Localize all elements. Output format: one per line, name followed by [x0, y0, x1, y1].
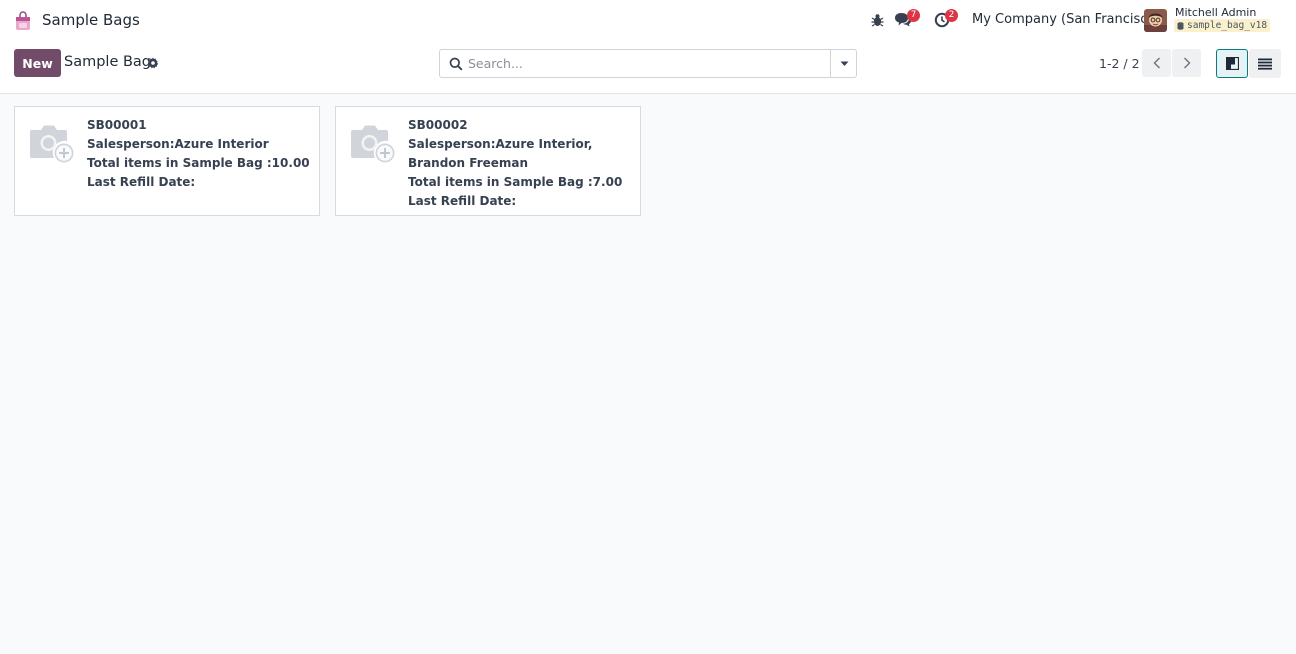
search-bar — [439, 49, 857, 78]
pager-previous-button[interactable] — [1142, 49, 1171, 77]
database-name: sample_bag_v18 — [1187, 20, 1268, 31]
camera-plus-icon — [30, 125, 74, 163]
sample-bag-icon[interactable] — [15, 11, 31, 31]
company-switcher[interactable]: My Company (San Francisco) — [972, 12, 1160, 27]
activities-count-badge: 2 — [945, 9, 958, 22]
kanban-card[interactable]: SB00002 Salesperson:Azure Interior, Bran… — [335, 106, 641, 216]
avatar[interactable] — [1144, 9, 1167, 32]
kanban-view-button[interactable] — [1216, 49, 1248, 78]
card-body: SB00001 Salesperson:Azure Interior Total… — [87, 116, 315, 192]
list-view-icon — [1258, 58, 1272, 70]
control-panel: New Sample Bag 1-2 / 2 — [0, 41, 1296, 94]
card-salesperson: Salesperson:Azure Interior, Brandon Free… — [408, 137, 593, 170]
list-view-button[interactable] — [1249, 49, 1281, 78]
card-total-items: Total items in Sample Bag :10.00 — [87, 156, 310, 170]
card-total-items: Total items in Sample Bag :7.00 — [408, 175, 623, 189]
search-icon — [449, 57, 463, 71]
card-body: SB00002 Salesperson:Azure Interior, Bran… — [408, 116, 636, 211]
card-reference: SB00001 — [87, 118, 147, 132]
pager-next-button[interactable] — [1172, 49, 1201, 77]
page-title: Sample Bag — [64, 54, 152, 70]
kanban-view-icon — [1225, 57, 1239, 70]
app-name[interactable]: Sample Bags — [42, 11, 140, 29]
bug-icon[interactable] — [870, 12, 885, 27]
card-last-refill: Last Refill Date: — [87, 175, 196, 189]
database-badge: sample_bag_v18 — [1174, 19, 1271, 32]
new-button[interactable]: New — [14, 49, 61, 77]
search-input[interactable] — [468, 54, 828, 73]
chevron-right-icon — [1183, 57, 1190, 69]
gear-icon[interactable] — [147, 57, 159, 69]
camera-plus-icon — [351, 125, 395, 163]
pager-value[interactable]: 1-2 / 2 — [1099, 56, 1140, 71]
database-icon — [1177, 21, 1184, 30]
caret-down-icon — [840, 61, 848, 66]
search-options-toggle[interactable] — [830, 50, 857, 77]
messages-count-badge: 7 — [907, 9, 920, 22]
card-last-refill: Last Refill Date: — [408, 194, 517, 208]
card-salesperson: Salesperson:Azure Interior — [87, 137, 269, 151]
user-name[interactable]: Mitchell Admin — [1175, 6, 1256, 19]
kanban-card[interactable]: SB00001 Salesperson:Azure Interior Total… — [14, 106, 320, 216]
top-navbar: Sample Bags 7 2 My Company (San Francisc… — [0, 0, 1296, 41]
card-reference: SB00002 — [408, 118, 468, 132]
chevron-left-icon — [1153, 57, 1160, 69]
